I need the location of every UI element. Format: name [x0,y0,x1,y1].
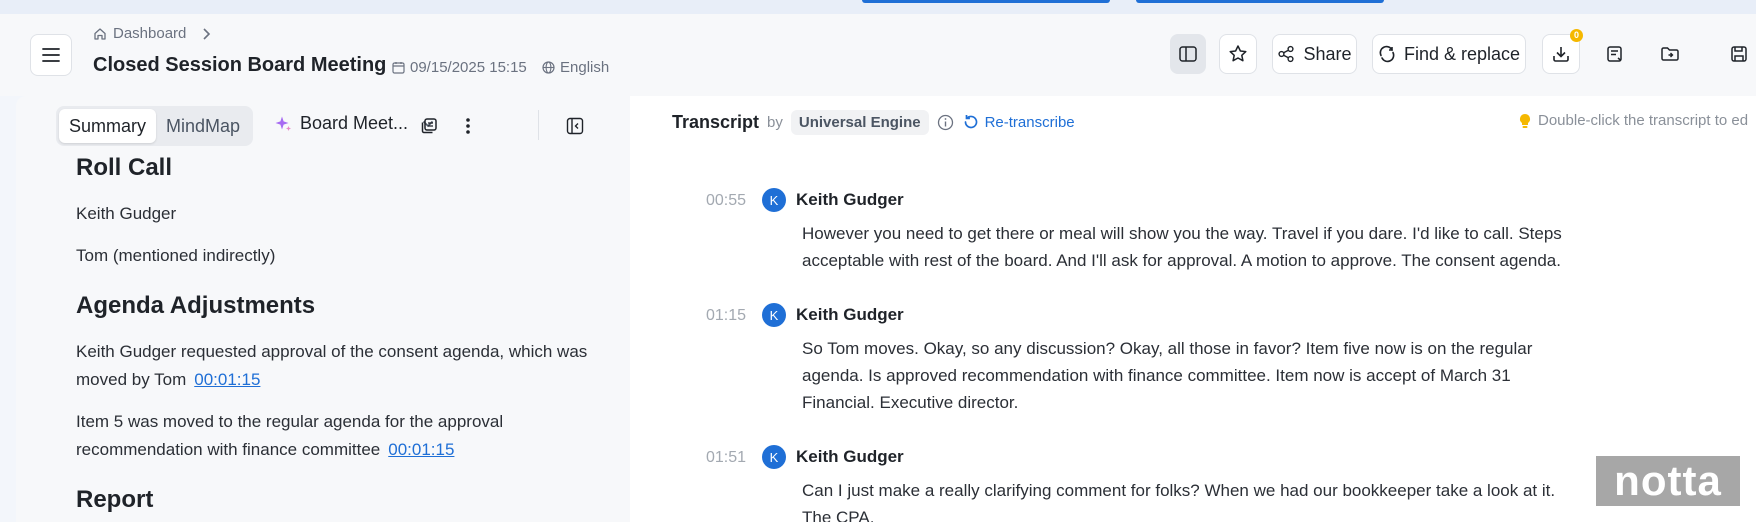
notta-watermark: notta [1596,456,1740,506]
refresh-icon [964,115,977,129]
engine-badge: Universal Engine [790,109,929,135]
transcript-by: by [767,113,783,131]
timestamp-link[interactable]: 00:01:15 [194,370,260,389]
summary-item: Tom (mentioned indirectly) [76,246,276,265]
top-strip-indicator [862,0,1110,3]
top-strip [0,0,1756,14]
utterance-time[interactable]: 01:51 [690,449,746,467]
summary-item: Keith Gudger [76,204,177,223]
menu-button[interactable] [30,34,72,76]
summary-item: Keith Gudger requested approval of the c… [76,338,596,394]
language-text: English [560,59,610,76]
header-bar: Dashboard Closed Session Board Meeting 0… [0,14,1756,96]
section-heading: Roll Call [76,154,173,181]
favorite-button[interactable] [1219,34,1257,74]
find-replace-label: Find & replace [1403,43,1521,64]
utterance-text[interactable]: However you need to get there or meal wi… [802,220,1562,274]
save-button[interactable] [1720,34,1756,74]
speaker-name[interactable]: Keith Gudger [796,305,904,325]
speaker[interactable]: K Keith Gudger [762,445,904,469]
page-title[interactable]: Closed Session Board Meeting [93,54,386,77]
more-vertical-icon [466,118,470,134]
globe-icon [542,61,555,74]
panel-layout-icon [1179,46,1197,62]
sparkle-icon [275,116,291,131]
find-replace-icon [1379,45,1395,63]
lightbulb-icon [1520,113,1530,128]
move-to-folder-button[interactable] [1651,34,1689,74]
section-heading: Report [76,486,154,513]
tab-summary[interactable]: Summary [59,109,157,143]
section-heading: Agenda Adjustments [76,292,316,319]
collapse-panel-button[interactable] [562,113,588,139]
top-strip-indicator [1136,0,1384,3]
more-options-button[interactable] [455,113,481,139]
find-replace-button[interactable]: Find & replace [1372,34,1526,74]
transcript-panel: Transcript by Universal Engine Re-transc… [630,96,1756,522]
hamburger-icon [42,48,60,62]
summary-panel: Summary MindMap Board Meet... Roll Call … [16,96,630,522]
transcript-title: Transcript [672,111,760,132]
utterance-time[interactable]: 01:15 [690,307,746,325]
toolbar-divider [538,110,539,140]
summary-item: Item 5 was moved to the regular agenda f… [76,408,596,464]
edit-hint-text: Double-click the transcript to ed [1538,112,1749,129]
timestamp-link[interactable]: 00:01:15 [388,440,454,459]
language-selector[interactable]: English [542,59,609,76]
share-button[interactable]: Share [1272,34,1357,74]
copy-icon [421,118,437,134]
speaker[interactable]: K Keith Gudger [762,188,904,212]
star-icon [1229,45,1247,62]
utterance-text[interactable]: Can I just make a really clarifying comm… [802,477,1562,522]
chevron-right-icon [203,27,211,40]
export-button[interactable] [1596,34,1634,74]
datetime-text: 09/15/2025 15:15 [410,59,527,76]
retranscribe-button[interactable]: Re-transcribe [962,113,1075,131]
breadcrumb[interactable]: Dashboard [93,25,211,42]
template-dropdown[interactable]: Board Meet... [274,113,434,134]
template-label: Board Meet... [300,113,409,133]
utterance-time[interactable]: 00:55 [690,192,746,210]
tab-mindmap[interactable]: MindMap [156,109,250,143]
utterance-text[interactable]: So Tom moves. Okay, so any discussion? O… [802,335,1562,416]
breadcrumb-dashboard[interactable]: Dashboard [113,25,186,42]
download-badge: 0 [1570,29,1583,42]
summary-content: Roll Call Keith Gudger Tom (mentioned in… [76,154,596,522]
transcript-header: Transcript by Universal Engine Re-transc… [672,106,1075,138]
copy-button[interactable] [416,113,442,139]
toggle-panel-button[interactable] [1170,34,1206,74]
download-button[interactable]: 0 [1542,29,1583,74]
avatar: K [762,188,786,212]
calendar-icon [392,62,405,74]
speaker[interactable]: K Keith Gudger [762,303,904,327]
view-tabs: Summary MindMap [56,106,254,146]
download-icon [1553,47,1569,62]
home-icon [94,27,106,40]
summary-item-text: Keith Gudger requested approval of the c… [76,342,588,389]
save-icon [1731,46,1747,62]
avatar: K [762,303,786,327]
share-label: Share [1303,43,1352,64]
avatar: K [762,445,786,469]
sidebar-collapse-icon [566,117,584,135]
meeting-datetime: 09/15/2025 15:15 [392,59,527,76]
retranscribe-label: Re-transcribe [984,113,1075,131]
edit-hint: Double-click the transcript to ed [1518,112,1748,129]
speaker-name[interactable]: Keith Gudger [796,190,904,210]
speaker-name[interactable]: Keith Gudger [796,447,904,467]
export-doc-icon [1607,46,1622,62]
folder-icon [1661,47,1679,61]
info-icon[interactable] [937,114,954,131]
share-icon [1278,45,1295,63]
